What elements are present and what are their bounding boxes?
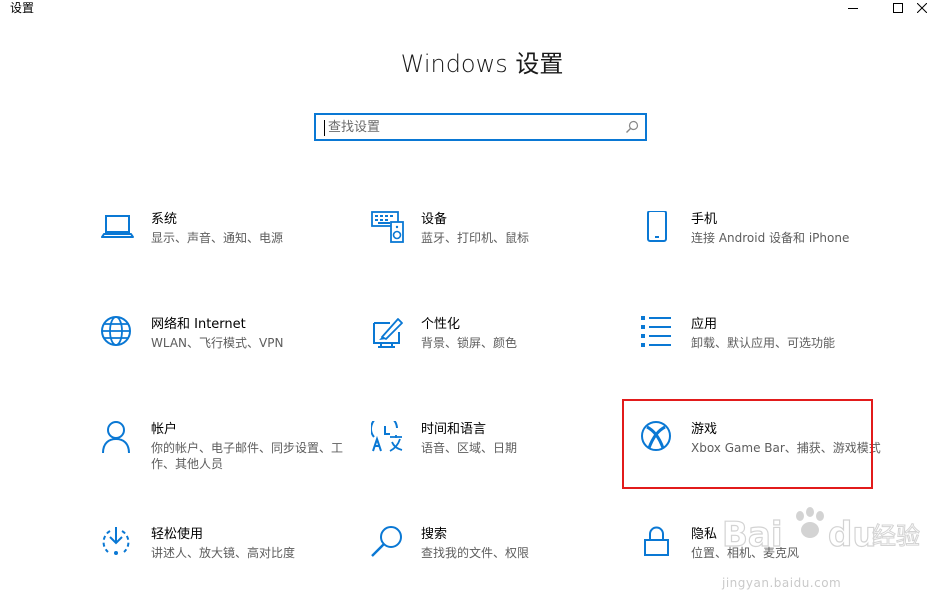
- highlight-box: [622, 399, 873, 489]
- tile-search[interactable]: 搜索 查找我的文件、权限: [371, 526, 619, 606]
- search-box[interactable]: [314, 113, 647, 141]
- watermark: Bai du 经验 jingyan.baidu.com: [721, 496, 937, 596]
- tile-time-language[interactable]: 时间和语言 语音、区域、日期: [371, 421, 619, 501]
- svg-text:经验: 经验: [872, 522, 920, 550]
- tile-phone[interactable]: 手机 连接 Android 设备和 iPhone: [641, 211, 889, 291]
- text-caret: [324, 120, 325, 136]
- tile-devices[interactable]: 设备 蓝牙、打印机、鼠标: [371, 211, 619, 291]
- search-input[interactable]: [328, 115, 618, 139]
- minimize-button[interactable]: [830, 0, 876, 16]
- globe-icon: [101, 316, 131, 346]
- phone-icon: [647, 211, 667, 242]
- tile-description: 查找我的文件、权限: [421, 546, 530, 560]
- tile-title: 系统: [151, 212, 178, 227]
- search-icon[interactable]: [625, 120, 639, 134]
- tile-accounts[interactable]: 帐户 你的帐户、电子邮件、同步设置、工作、其他人员: [101, 421, 349, 501]
- svg-text:du: du: [828, 515, 877, 555]
- tile-description: 讲述人、放大镜、高对比度: [151, 546, 296, 560]
- magnifier-icon: [371, 526, 402, 557]
- tile-description: 显示、声音、通知、电源: [151, 231, 284, 245]
- baidu-jingyan-logo: Bai du 经验: [721, 507, 921, 556]
- tile-title: 网络和 Internet: [151, 317, 246, 332]
- tile-description: 连接 Android 设备和 iPhone: [691, 231, 850, 245]
- app-list-icon: [641, 316, 671, 347]
- person-icon: [102, 421, 130, 454]
- tile-personalization[interactable]: 个性化 背景、锁屏、颜色: [371, 316, 619, 396]
- window-title: 设置: [10, 1, 35, 15]
- language-clock-icon: [371, 421, 403, 452]
- title-bar: 设置: [0, 0, 945, 16]
- minimize-icon: [848, 8, 858, 9]
- paint-icon: [373, 318, 403, 348]
- close-icon: [917, 3, 927, 13]
- ease-of-access-icon: [102, 527, 130, 555]
- tile-network[interactable]: 网络和 Internet WLAN、飞行模式、VPN: [101, 316, 349, 396]
- tile-title: 应用: [691, 317, 718, 332]
- laptop-icon: [101, 215, 134, 238]
- tile-description: 背景、锁屏、颜色: [421, 336, 518, 350]
- tile-system[interactable]: 系统 显示、声音、通知、电源: [101, 211, 349, 291]
- lock-icon: [644, 526, 669, 556]
- tile-title: 帐户: [151, 422, 178, 437]
- watermark-url: jingyan.baidu.com: [722, 576, 842, 590]
- tile-title: 时间和语言: [421, 422, 487, 437]
- tile-title: 设备: [421, 212, 448, 227]
- tile-title: 搜索: [421, 527, 448, 542]
- keyboard-speaker-icon: [371, 211, 404, 243]
- tile-description: 卸载、默认应用、可选功能: [691, 336, 836, 350]
- tile-title: 轻松使用: [151, 527, 204, 542]
- page-title: Windows 设置: [400, 50, 564, 78]
- tile-title: 个性化: [421, 317, 461, 332]
- tile-description: 蓝牙、打印机、鼠标: [421, 231, 530, 245]
- svg-text:Bai: Bai: [722, 515, 783, 555]
- close-button[interactable]: [899, 0, 945, 16]
- tile-ease-of-access[interactable]: 轻松使用 讲述人、放大镜、高对比度: [101, 526, 349, 606]
- tile-description: 语音、区域、日期: [421, 441, 518, 455]
- tile-title: 手机: [691, 212, 718, 227]
- tile-apps[interactable]: 应用 卸载、默认应用、可选功能: [641, 316, 889, 396]
- tile-description: 你的帐户、电子邮件、同步设置、工作、其他人员: [151, 441, 344, 471]
- tile-description: WLAN、飞行模式、VPN: [151, 336, 284, 350]
- tile-title: 隐私: [691, 527, 718, 542]
